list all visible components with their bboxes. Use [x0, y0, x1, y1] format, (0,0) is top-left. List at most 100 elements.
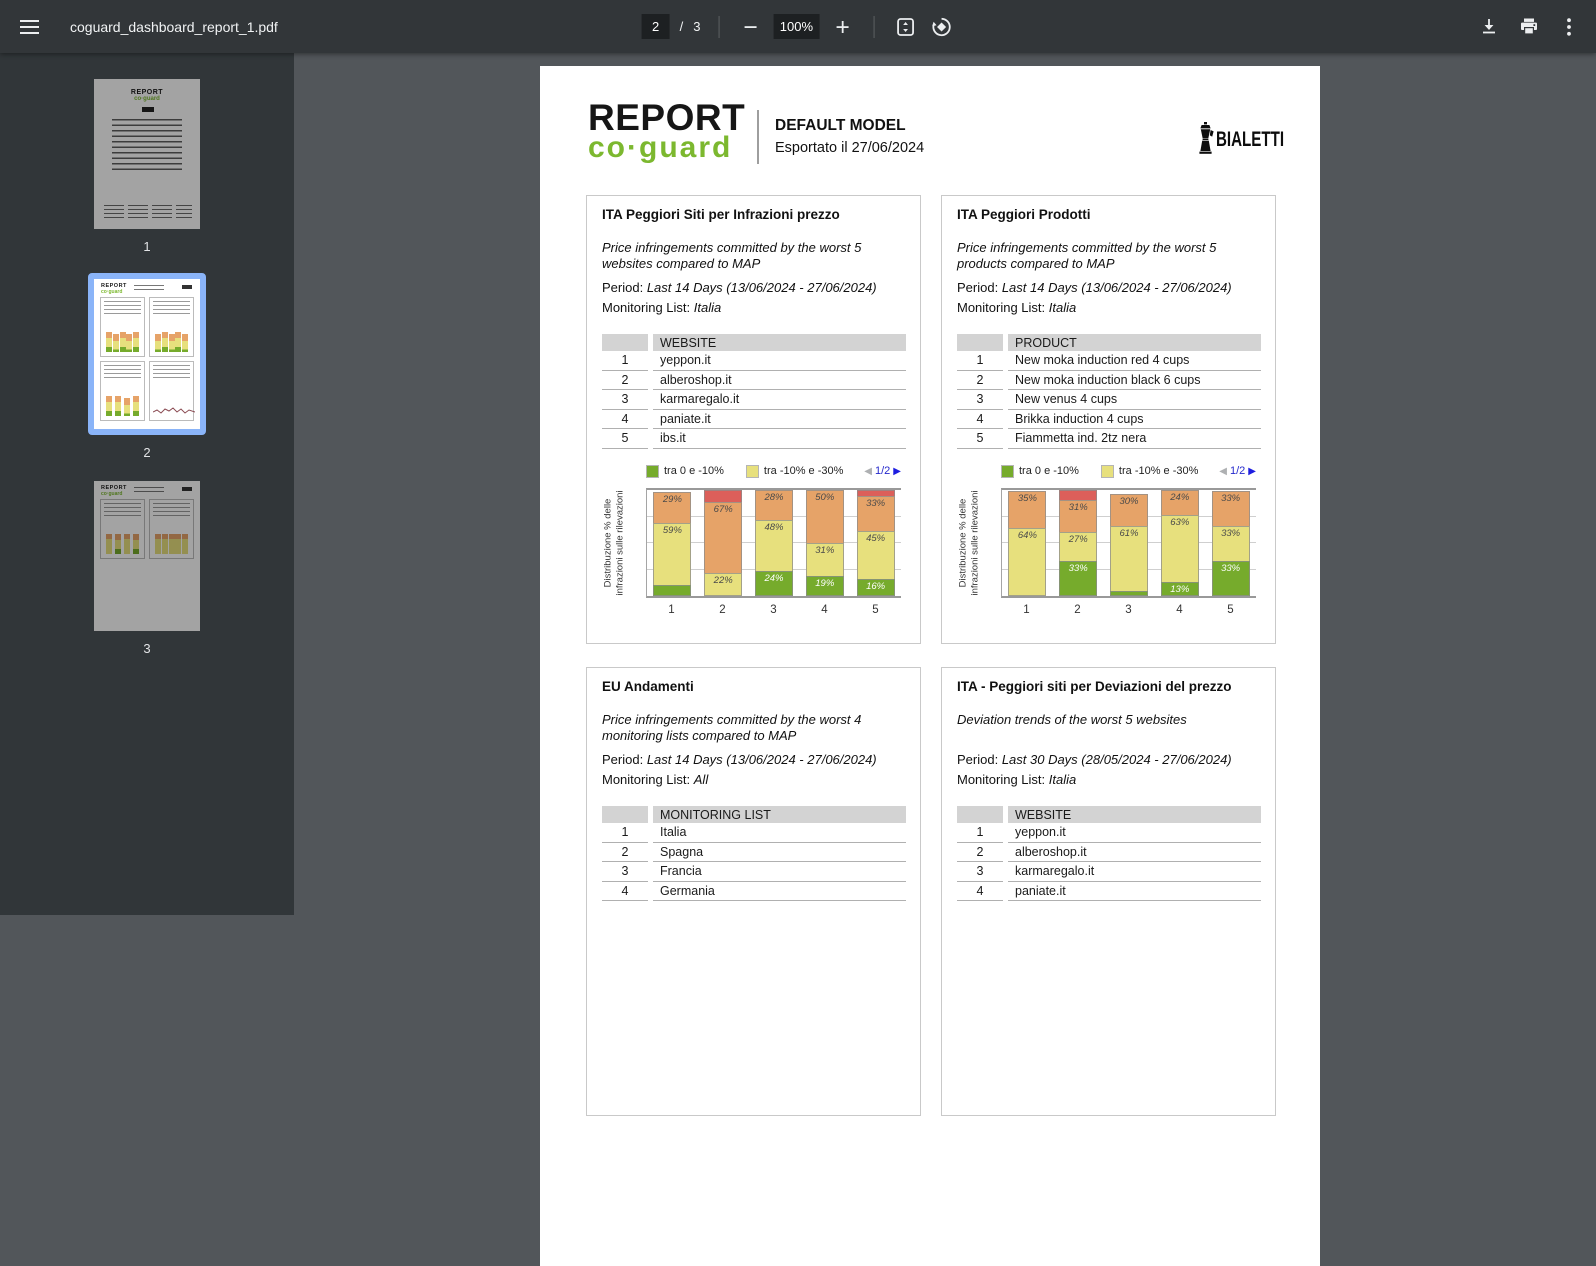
rank-table: WEBSITE 1 yeppon.it 2 alberoshop.it 3 karmare… [602, 334, 906, 449]
table-row: 3 karmaregalo.it [602, 390, 906, 410]
bar-value-label: 24% [764, 572, 784, 584]
bar-value-label: 64% [1017, 530, 1037, 542]
bar-segment-yellow: 61% [1109, 526, 1148, 591]
mini-panel [149, 499, 194, 559]
page-number-input[interactable]: 2 [641, 14, 670, 39]
stacked-bar-3: 61% 30% [1109, 490, 1148, 596]
hamburger-icon[interactable] [20, 14, 46, 40]
rank-table: PRODUCT 1 New moka induction red 4 cups 2 N… [957, 334, 1261, 449]
thumbnail-page-3[interactable]: REPORT co·guard 3 [94, 481, 200, 656]
rank-cell: 3 [957, 390, 1003, 410]
moka-pot-icon [1199, 122, 1214, 154]
rank-cell: 2 [957, 371, 1003, 390]
thumbnail-sidebar: REPORT co·guard 1 REPORT co·guard 2 REPO… [0, 53, 294, 915]
rank-cell: 1 [602, 351, 648, 371]
zoom-level-input[interactable]: 100% [773, 14, 820, 39]
bar-value-label: 24% [1170, 492, 1190, 504]
chart-pagination: ◀ 1/2 ▶ [864, 465, 901, 477]
mini-logo-text: REPORT [130, 89, 164, 96]
legend-swatch-green [646, 464, 659, 478]
download-icon[interactable] [1476, 14, 1502, 40]
header-divider [757, 110, 759, 164]
value-cell: yeppon.it [653, 351, 906, 371]
mini-footer-columns [102, 205, 192, 221]
panel-ita-peggiori-prodotti: ITA Peggiori Prodotti Price infringement… [941, 195, 1276, 644]
mini-text-lines [153, 503, 190, 519]
zoom-out-icon[interactable] [737, 14, 763, 40]
legend-label: tra 0 e -10% [664, 465, 724, 477]
thumbnail-preview: REPORT co·guard [94, 279, 200, 429]
legend-label: tra -10% e -30% [763, 465, 844, 477]
report-coguard-logo: REPORT co·guard [588, 99, 745, 163]
rotate-icon[interactable] [928, 14, 954, 40]
bar-segment-green [1109, 590, 1148, 596]
mini-text-lines [104, 301, 141, 317]
rank-cell: 3 [602, 390, 648, 410]
panel-monitoring-list: Monitoring List: Italia [957, 300, 1077, 315]
table-column-header: PRODUCT [1008, 334, 1261, 351]
chart-legend: tra 0 e -10% tra -10% e -30% ◀ 1/2 ▶ [1001, 463, 1256, 479]
bar-segment-green: 13% [1160, 582, 1199, 596]
value-cell: Fiammetta ind. 2tz nera [1008, 429, 1261, 449]
bar-value-label: 33% [1221, 563, 1241, 575]
table-row: 1 yeppon.it [957, 823, 1261, 843]
next-page-icon: ▶ [1248, 465, 1256, 477]
pdf-viewer-toolbar: coguard_dashboard_report_1.pdf 2 / 3 100… [0, 0, 1596, 53]
zoom-in-icon[interactable] [829, 14, 855, 40]
x-tick: 2 [719, 604, 726, 616]
rank-table: WEBSITE 1 yeppon.it 2 alberoshop.it 3 karmare… [957, 806, 1261, 901]
legend-swatch-green [1001, 464, 1014, 478]
bar-segment-yellow: 33% [1211, 526, 1250, 562]
bar-segment-orange: 29% [653, 492, 692, 523]
bar-segment-yellow: 63% [1160, 515, 1199, 583]
rank-column-header [602, 334, 648, 351]
value-cell: Spagna [653, 843, 906, 862]
stacked-bar-5: 33% 33% 33% [1211, 490, 1250, 596]
toolbar-divider [873, 15, 875, 38]
mini-logo-sub: co·guard [101, 490, 123, 497]
table-column-header: WEBSITE [653, 334, 906, 351]
bar-segment-green: 33% [1059, 561, 1098, 596]
rank-cell: 2 [957, 843, 1003, 862]
mini-panel [149, 361, 195, 421]
bar-value-label: 22% [713, 574, 733, 586]
kebab-menu-icon[interactable] [1556, 14, 1582, 40]
thumbnail-page-1[interactable]: REPORT co·guard 1 [94, 79, 200, 254]
stacked-bar-chart: 59% 29% 22% 67% 24% 48% 28% 19% 31% 50% 16% 45% 33% [646, 488, 901, 598]
value-cell: yeppon.it [1008, 823, 1261, 843]
thumbnail-preview: REPORT co·guard [94, 79, 200, 229]
bar-segment-orange: 30% [1109, 494, 1148, 527]
stacked-bar-3: 24% 48% 28% [754, 490, 793, 596]
x-tick: 1 [668, 604, 675, 616]
panel-monitoring-list: Monitoring List: Italia [602, 300, 722, 315]
chart-pagination: ◀ 1/2 ▶ [1219, 465, 1256, 477]
x-axis-ticks: 1 2 3 4 5 [646, 604, 901, 616]
bar-segment-yellow: 27% [1059, 532, 1098, 562]
stacked-bar-chart: 64% 35% 33% 27% 31% 61% 30% 13% 63% 24% 33% 33% 33% [1001, 488, 1256, 598]
print-icon[interactable] [1516, 14, 1542, 40]
table-row: 3 Francia [602, 862, 906, 882]
bar-value-label: 67% [713, 503, 733, 515]
x-tick: 2 [1074, 604, 1081, 616]
bialetti-logo: BIALETTI [1197, 122, 1311, 158]
value-cell: alberoshop.it [1008, 843, 1261, 862]
legend-swatch-yellow [745, 464, 759, 478]
bar-segment-orange: 33% [1211, 491, 1250, 527]
panel-eu-andamenti: EU Andamenti Price infringements committ… [586, 667, 921, 1116]
rank-cell: 4 [602, 410, 648, 429]
bar-value-label: 33% [1221, 493, 1241, 505]
panel-title: ITA Peggiori Siti per Infrazioni prezzo [602, 207, 840, 222]
fit-page-icon[interactable] [892, 14, 918, 40]
pdf-viewport[interactable]: REPORT co·guard DEFAULT MODEL Esportato … [294, 53, 1596, 1266]
mini-line-chart [153, 407, 195, 414]
legend-swatch-yellow [1100, 464, 1114, 478]
panel-title: ITA - Peggiori siti per Deviazioni del p… [957, 679, 1232, 694]
mini-panel [100, 361, 145, 421]
bar-value-label: 29% [662, 494, 682, 506]
rank-cell: 5 [957, 429, 1003, 449]
mini-text-lines [153, 365, 190, 381]
thumbnail-page-2-selected[interactable]: REPORT co·guard 2 [88, 273, 206, 460]
thumbnail-preview: REPORT co·guard [94, 481, 200, 631]
bar-segment-orange: 67% [704, 501, 743, 573]
prev-page-icon: ◀ [1219, 465, 1227, 477]
